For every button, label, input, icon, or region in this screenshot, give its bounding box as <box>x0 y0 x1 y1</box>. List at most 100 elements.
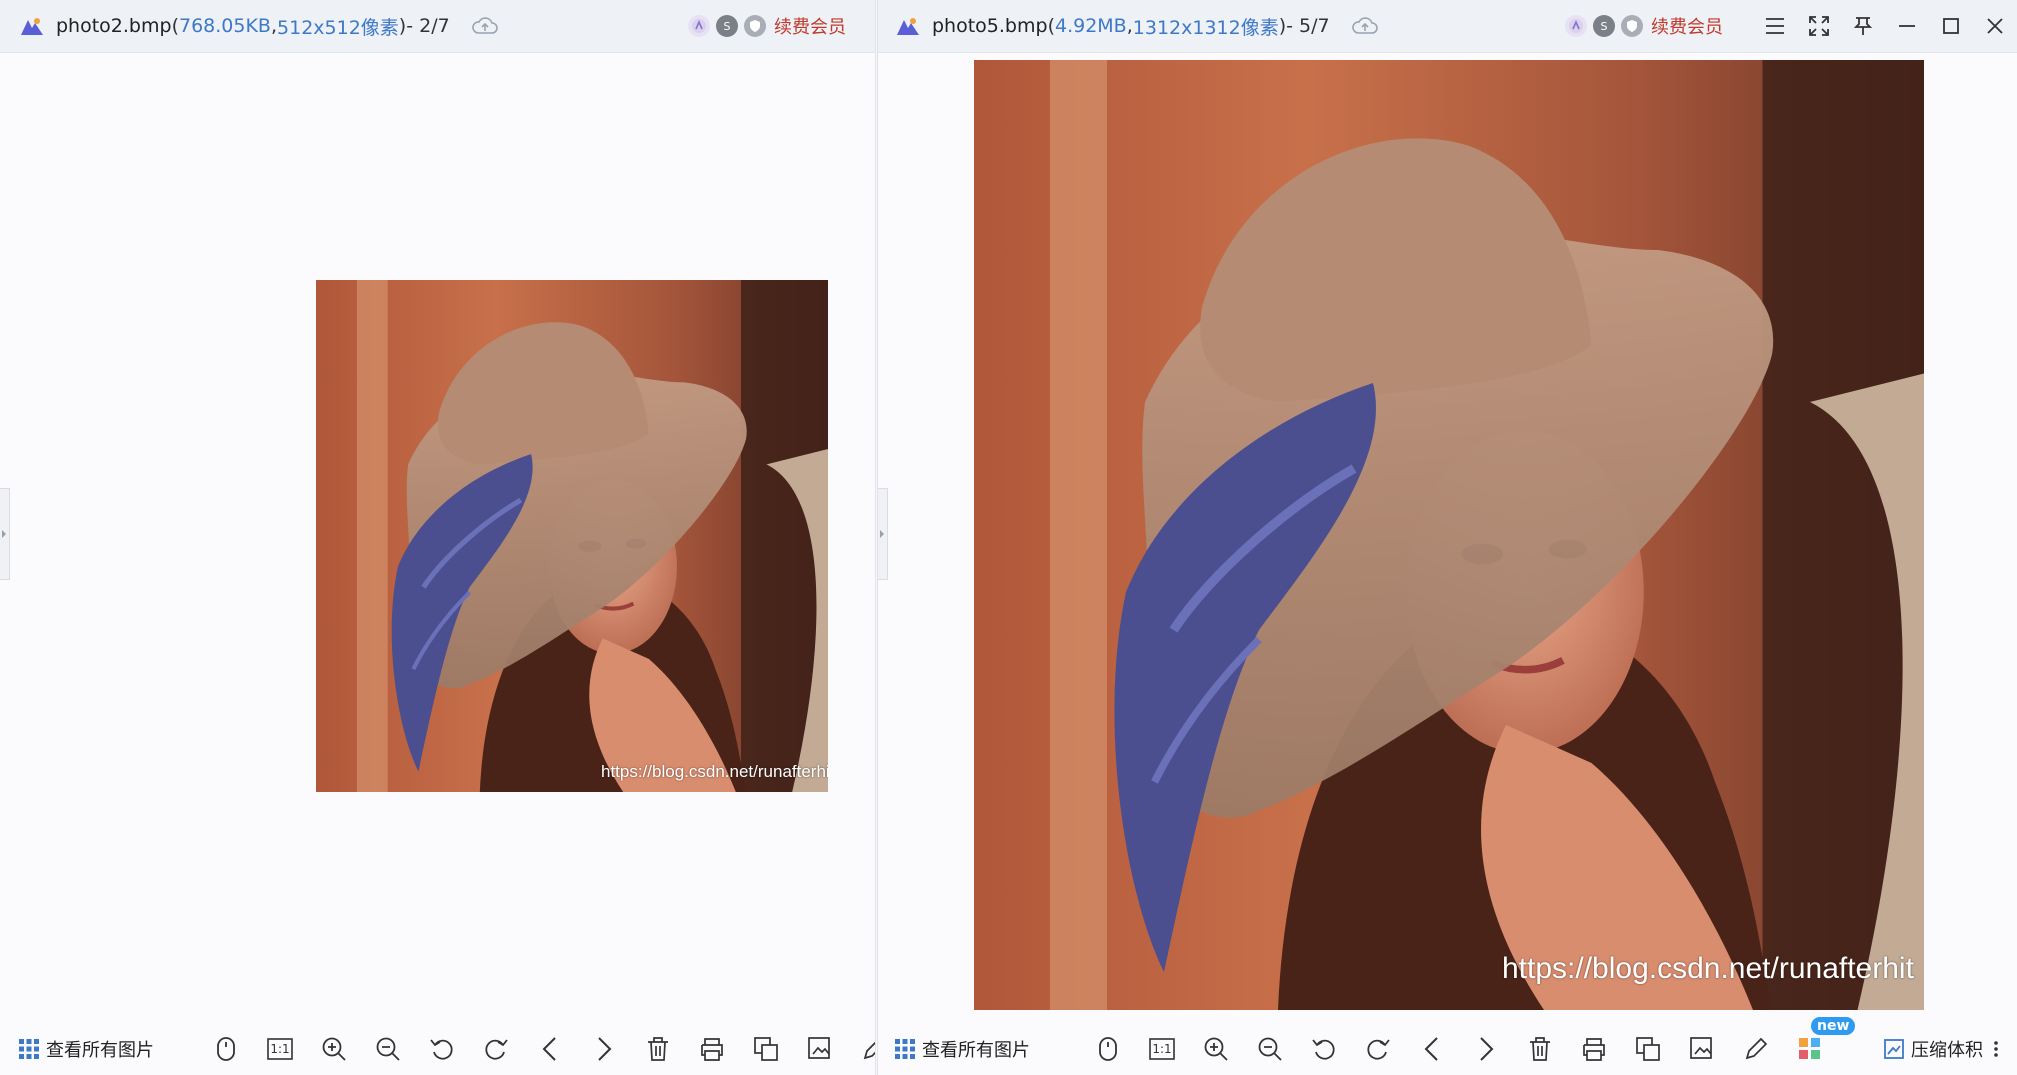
apps-button[interactable]: new <box>1783 1017 1856 1069</box>
tool-group: 1:1 <box>199 1029 875 1069</box>
rotate-left-button[interactable] <box>415 1029 469 1069</box>
save-as-icon <box>808 1037 830 1059</box>
print-icon <box>1583 1038 1605 1061</box>
edit-button[interactable] <box>1729 1029 1783 1069</box>
convert-icon <box>1636 1037 1660 1061</box>
compress-button[interactable]: 压缩体积 <box>1883 1036 1999 1062</box>
previous-button[interactable] <box>1405 1029 1459 1069</box>
menu-icon <box>1766 18 1784 34</box>
viewer-window-right: photo5.bmp ( 4.92MB , 1312x1312像素 ) - 5/… <box>877 0 2017 1075</box>
zoom-in-button[interactable] <box>1189 1029 1243 1069</box>
edit-icon <box>1745 1037 1768 1060</box>
file-size: 4.92MB <box>1054 15 1127 37</box>
grid-icon <box>895 1039 915 1059</box>
minimize-button[interactable] <box>1885 16 1929 36</box>
vip-shield-icon[interactable] <box>1621 15 1643 37</box>
image-index: - 2/7 <box>406 15 450 37</box>
title-paren-close: ) <box>1278 15 1287 37</box>
tool-group: 1:1 new <box>1081 1017 1856 1069</box>
convert-button[interactable] <box>739 1029 793 1069</box>
maximize-button[interactable] <box>1929 16 1973 36</box>
file-size: 768.05KB <box>178 15 271 37</box>
next-button[interactable] <box>1459 1029 1513 1069</box>
title-paren-open: ( <box>171 15 179 37</box>
delete-button[interactable] <box>1513 1029 1567 1069</box>
close-icon <box>1987 18 2003 34</box>
save-as-button[interactable] <box>793 1029 847 1069</box>
title-bar[interactable]: photo5.bmp ( 4.92MB , 1312x1312像素 ) - 5/… <box>878 0 2017 53</box>
image-canvas[interactable]: https://blog.csdn.net/runafterhit <box>974 60 1924 1010</box>
view-all-pictures-label: 查看所有图片 <box>922 1040 1030 1061</box>
photo-image <box>316 280 828 792</box>
renew-vip-link[interactable]: 续费会员 <box>774 13 846 39</box>
s-badge-icon[interactable]: S <box>1593 15 1615 37</box>
file-name: photo2.bmp <box>56 15 172 37</box>
menu-button[interactable] <box>1753 17 1797 35</box>
rotate-left-icon <box>430 1039 453 1060</box>
watermark-text: https://blog.csdn.net/runafterhit <box>601 762 828 781</box>
zoom-out-button[interactable] <box>361 1029 415 1069</box>
avatar[interactable] <box>1565 15 1587 37</box>
zoom-in-button[interactable] <box>307 1029 361 1069</box>
zoom-out-icon <box>376 1037 400 1061</box>
view-all-pictures-button[interactable]: 查看所有图片 <box>18 1036 154 1062</box>
edit-button[interactable] <box>847 1029 875 1069</box>
convert-button[interactable] <box>1621 1029 1675 1069</box>
rotate-left-button[interactable] <box>1297 1029 1351 1069</box>
actual-size-button[interactable]: 1:1 <box>253 1029 307 1069</box>
next-button[interactable] <box>577 1029 631 1069</box>
print-button[interactable] <box>685 1029 739 1069</box>
more-icon[interactable] <box>1993 1039 1999 1059</box>
app-logo-icon <box>897 18 919 35</box>
mouse-button[interactable] <box>1081 1029 1135 1069</box>
title: photo5.bmp ( 4.92MB , 1312x1312像素 ) - 5/… <box>896 0 1378 52</box>
title-bar[interactable]: photo2.bmp ( 768.05KB , 512x512像素 ) - 2/… <box>0 0 875 53</box>
s-badge-icon[interactable]: S <box>716 15 738 37</box>
renew-vip-link[interactable]: 续费会员 <box>1651 13 1723 39</box>
rotate-right-icon <box>485 1039 508 1060</box>
bottom-toolbar: 查看所有图片 1:1 new 压缩体积 <box>878 1017 2017 1075</box>
maximize-icon <box>1943 18 1959 34</box>
watermark-text: https://blog.csdn.net/runafterhit <box>1502 952 1914 985</box>
rotate-right-button[interactable] <box>469 1029 523 1069</box>
side-panel-handle[interactable] <box>878 488 888 580</box>
zoom-in-icon <box>1204 1037 1228 1061</box>
mouse-button[interactable] <box>199 1029 253 1069</box>
svg-text:S: S <box>724 20 731 33</box>
edit-icon <box>863 1041 875 1060</box>
image-dimensions: 512x512像素 <box>277 16 399 39</box>
zoom-in-icon <box>322 1037 346 1061</box>
vip-shield-icon[interactable] <box>744 15 766 37</box>
save-as-button[interactable] <box>1675 1029 1729 1069</box>
zoom-out-button[interactable] <box>1243 1029 1297 1069</box>
image-dimensions: 1312x1312像素 <box>1132 16 1279 39</box>
grid-icon <box>19 1039 39 1059</box>
title-right-area: S 续费会员 <box>1565 0 2017 52</box>
cloud-upload-icon[interactable] <box>1351 16 1378 36</box>
rotate-right-button[interactable] <box>1351 1029 1405 1069</box>
zoom-out-icon <box>1258 1037 1282 1061</box>
pin-button[interactable] <box>1841 16 1885 36</box>
bottom-toolbar: 查看所有图片 1:1 <box>0 1023 875 1075</box>
pin-icon <box>1853 17 1873 35</box>
title-paren-close: ) <box>398 15 407 37</box>
convert-icon <box>754 1037 778 1061</box>
close-button[interactable] <box>1973 16 2017 36</box>
fullscreen-button[interactable] <box>1797 16 1841 36</box>
cloud-upload-icon[interactable] <box>471 16 498 36</box>
apps-icon <box>1799 1038 1820 1059</box>
view-all-pictures-button[interactable]: 查看所有图片 <box>894 1036 1030 1062</box>
avatar[interactable] <box>688 15 710 37</box>
side-panel-handle[interactable] <box>0 488 10 580</box>
delete-button[interactable] <box>631 1029 685 1069</box>
actual-size-button[interactable]: 1:1 <box>1135 1029 1189 1069</box>
new-badge: new <box>1811 1017 1856 1035</box>
previous-button[interactable] <box>523 1029 577 1069</box>
minimize-icon <box>1899 25 1915 27</box>
svg-text:S: S <box>1601 20 1608 33</box>
print-button[interactable] <box>1567 1029 1621 1069</box>
app-logo-icon <box>21 18 43 35</box>
image-canvas[interactable]: https://blog.csdn.net/runafterhit <box>316 280 828 792</box>
title-paren-open: ( <box>1047 15 1055 37</box>
previous-icon <box>1424 1037 1438 1061</box>
